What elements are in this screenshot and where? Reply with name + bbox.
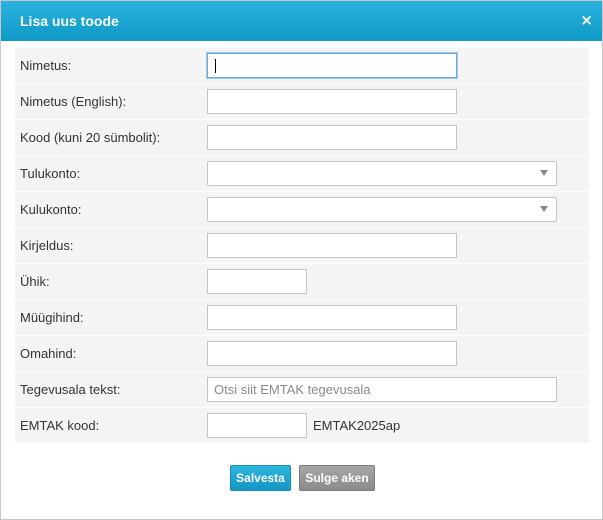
- description-input[interactable]: [207, 233, 457, 258]
- activity-search-input[interactable]: [207, 377, 557, 402]
- name-input[interactable]: [207, 53, 457, 78]
- dialog-buttons: Salvesta Sulge aken: [1, 465, 602, 491]
- form-row-cost-price: Omahind:: [15, 336, 589, 372]
- form-row-code: Kood (kuni 20 sümbolit):: [15, 120, 589, 156]
- chevron-down-icon: [540, 206, 548, 212]
- form-row-emtak-code: EMTAK kood: EMTAK2025ap: [15, 408, 589, 444]
- form-row-income-account: Tulukonto:: [15, 156, 589, 192]
- sale-price-label: Müügihind:: [20, 310, 84, 325]
- cost-price-input[interactable]: [207, 341, 457, 366]
- name-english-label: Nimetus (English):: [20, 94, 127, 109]
- text-cursor: [215, 59, 216, 73]
- expense-account-select[interactable]: [207, 197, 557, 222]
- name-label: Nimetus:: [20, 58, 72, 73]
- emtak-code-input[interactable]: [207, 413, 307, 438]
- save-button[interactable]: Salvesta: [230, 465, 291, 491]
- chevron-down-icon: [540, 170, 548, 176]
- income-account-label: Tulukonto:: [20, 166, 81, 181]
- form-row-activity-text: Tegevusala tekst:: [15, 372, 589, 408]
- add-product-dialog: Lisa uus toode × Nimetus: Nimetus (Engli…: [0, 0, 603, 520]
- name-english-input[interactable]: [207, 89, 457, 114]
- code-input[interactable]: [207, 125, 457, 150]
- unit-input[interactable]: [207, 269, 307, 294]
- form-row-sale-price: Müügihind:: [15, 300, 589, 336]
- code-label: Kood (kuni 20 sümbolit):: [20, 130, 161, 145]
- sale-price-input[interactable]: [207, 305, 457, 330]
- close-icon[interactable]: ×: [580, 12, 593, 28]
- form-row-expense-account: Kulukonto:: [15, 192, 589, 228]
- close-window-button[interactable]: Sulge aken: [299, 465, 375, 491]
- form-row-name: Nimetus:: [15, 48, 589, 84]
- dialog-titlebar: Lisa uus toode ×: [1, 1, 602, 41]
- emtak-code-label: EMTAK kood:: [20, 418, 100, 433]
- form-row-unit: Ühik:: [15, 264, 589, 300]
- expense-account-label: Kulukonto:: [20, 202, 82, 217]
- dialog-title: Lisa uus toode: [20, 13, 119, 29]
- product-form: Nimetus: Nimetus (English): Kood (kuni 2…: [15, 48, 589, 444]
- cost-price-label: Omahind:: [20, 346, 77, 361]
- form-row-name-english: Nimetus (English):: [15, 84, 589, 120]
- unit-label: Ühik:: [20, 274, 50, 289]
- emtak-version-text: EMTAK2025ap: [313, 418, 401, 433]
- income-account-select[interactable]: [207, 161, 557, 186]
- form-row-description: Kirjeldus:: [15, 228, 589, 264]
- description-label: Kirjeldus:: [20, 238, 74, 253]
- activity-text-label: Tegevusala tekst:: [20, 382, 121, 397]
